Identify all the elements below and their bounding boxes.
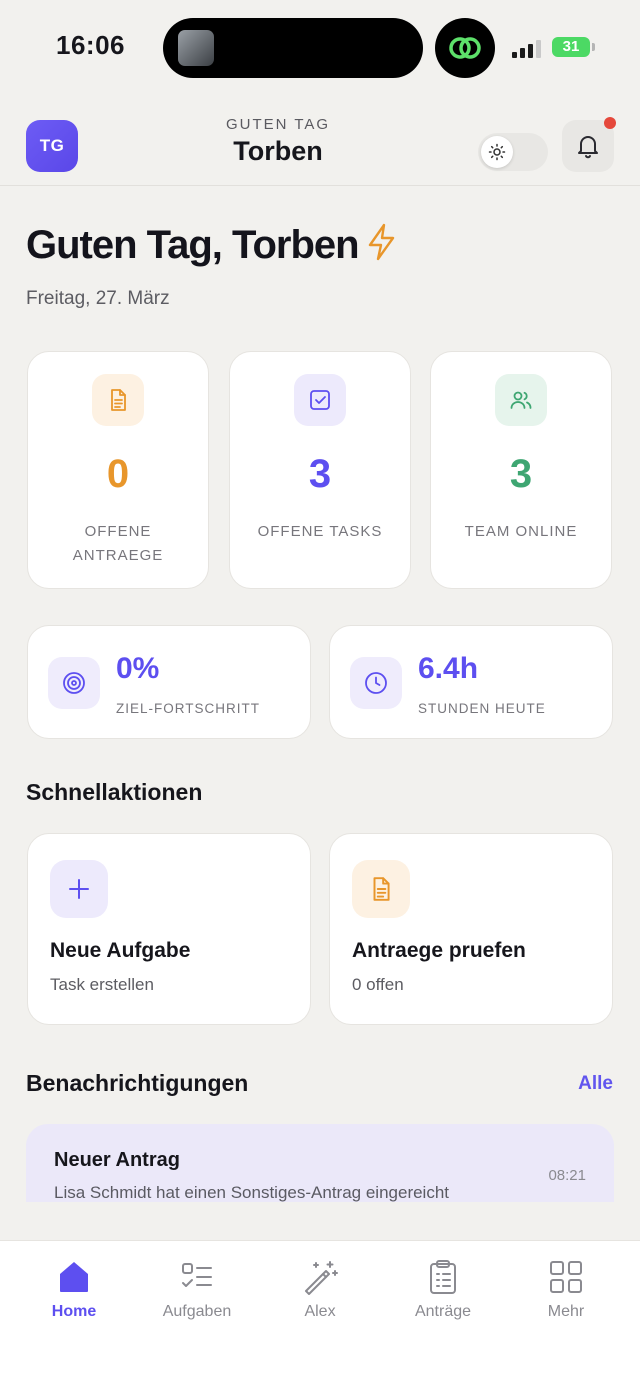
stat-icon-wrap bbox=[495, 374, 547, 426]
nav-label: Home bbox=[51, 1303, 97, 1320]
home-icon bbox=[60, 1262, 88, 1292]
dynamic-island[interactable] bbox=[163, 18, 423, 78]
plus-icon bbox=[69, 879, 89, 899]
nav-item-requests[interactable]: Anträge bbox=[381, 1257, 505, 1337]
goal-progress-card[interactable]: 0% ZIEL-FORTSCHRITT bbox=[27, 625, 311, 739]
magic-wand-icon bbox=[305, 1261, 338, 1295]
hours-today-label: STUNDEN HEUTE bbox=[418, 701, 546, 716]
notification-badge bbox=[604, 117, 616, 129]
notification-time: 08:21 bbox=[548, 1167, 586, 1184]
stat-label: TEAM ONLINE bbox=[464, 523, 578, 540]
document-icon bbox=[373, 877, 390, 901]
current-date: Freitag, 27. März bbox=[26, 288, 170, 309]
grid-icon bbox=[550, 1261, 582, 1293]
tasks-list-icon bbox=[182, 1263, 212, 1287]
stat-value: 0 bbox=[106, 452, 130, 496]
bell-icon bbox=[578, 136, 598, 159]
media-thumbnail bbox=[178, 30, 214, 66]
link-app-indicator[interactable] bbox=[435, 18, 495, 78]
qa-title: Antraege pruefen bbox=[352, 939, 526, 962]
goal-progress-value: 0% bbox=[116, 652, 160, 685]
stat-value: 3 bbox=[509, 452, 533, 496]
qa-subtitle: 0 offen bbox=[352, 975, 404, 994]
target-icon bbox=[63, 672, 85, 694]
stat-label: OFFENE ANTRAEGE bbox=[72, 523, 164, 564]
notifications-title: Benachrichtigungen bbox=[26, 1070, 249, 1096]
qa-icon-wrap bbox=[50, 860, 108, 918]
stat-card-open-tasks[interactable]: 3 OFFENE TASKS bbox=[229, 351, 411, 589]
stat-icon-wrap bbox=[92, 374, 144, 426]
nav-label: Aufgaben bbox=[162, 1303, 232, 1320]
nav-item-alex[interactable]: Alex bbox=[258, 1257, 382, 1337]
link-icon bbox=[449, 37, 481, 59]
stat-value: 3 bbox=[308, 452, 332, 496]
sun-icon bbox=[488, 143, 506, 161]
notification-text: Lisa Schmidt hat einen Sonstiges-Antrag … bbox=[54, 1183, 450, 1202]
battery-tip bbox=[592, 43, 595, 51]
header-greeting: GUTEN TAG bbox=[225, 116, 331, 133]
users-icon bbox=[510, 391, 532, 409]
nav-label: Anträge bbox=[414, 1303, 472, 1320]
quick-actions-title: Schnellaktionen bbox=[26, 779, 203, 805]
clipboard-icon bbox=[430, 1260, 456, 1294]
new-task-button[interactable]: Neue Aufgabe Task erstellen bbox=[27, 833, 311, 1025]
notification-title: Neuer Antrag bbox=[54, 1149, 180, 1171]
page-title-text: Guten Tag, Torben bbox=[26, 223, 360, 267]
status-bar: 16:06 31 bbox=[0, 0, 640, 96]
nav-label: Mehr bbox=[547, 1303, 585, 1320]
lightning-icon bbox=[368, 223, 394, 261]
theme-toggle[interactable] bbox=[478, 133, 548, 171]
goal-progress-label: ZIEL-FORTSCHRITT bbox=[116, 701, 260, 716]
checkbox-icon bbox=[310, 390, 330, 410]
bottom-nav: Home Aufgaben Alex Anträge Mehr bbox=[0, 1240, 640, 1387]
status-time: 16:06 bbox=[56, 30, 125, 60]
review-requests-button[interactable]: Antraege pruefen 0 offen bbox=[329, 833, 613, 1025]
document-icon bbox=[111, 389, 126, 411]
wide-icon-wrap bbox=[350, 657, 402, 709]
hours-today-value: 6.4h bbox=[418, 652, 479, 685]
qa-subtitle: Task erstellen bbox=[50, 975, 154, 994]
nav-label: Alex bbox=[304, 1303, 336, 1320]
stat-icon-wrap bbox=[294, 374, 346, 426]
app-header: TG GUTEN TAG Torben bbox=[0, 96, 640, 186]
nav-item-tasks[interactable]: Aufgaben bbox=[135, 1257, 259, 1337]
nav-item-home[interactable]: Home bbox=[12, 1257, 136, 1337]
theme-toggle-knob bbox=[481, 136, 513, 168]
stat-card-team-online[interactable]: 3 TEAM ONLINE bbox=[430, 351, 612, 589]
stat-card-open-requests[interactable]: 0 OFFENE ANTRAEGE bbox=[27, 351, 209, 589]
stat-label: OFFENE TASKS bbox=[257, 523, 383, 540]
see-all-link[interactable]: Alle bbox=[578, 1073, 613, 1095]
notifications-list: Neuer Antrag 08:21 Lisa Schmidt hat eine… bbox=[26, 1124, 614, 1202]
hours-today-card[interactable]: 6.4h STUNDEN HEUTE bbox=[329, 625, 613, 739]
qa-icon-wrap bbox=[352, 860, 410, 918]
nav-item-more[interactable]: Mehr bbox=[504, 1257, 628, 1337]
battery-icon: 31 bbox=[552, 37, 590, 57]
qa-title: Neue Aufgabe bbox=[50, 939, 191, 962]
wide-icon-wrap bbox=[48, 657, 100, 709]
clock-icon bbox=[365, 672, 387, 694]
page-title: Guten Tag, Torben bbox=[26, 222, 397, 268]
notification-item[interactable]: Neuer Antrag 08:21 Lisa Schmidt hat eine… bbox=[26, 1124, 614, 1202]
header-user-name: Torben bbox=[233, 136, 323, 166]
cellular-signal-icon bbox=[512, 38, 542, 58]
